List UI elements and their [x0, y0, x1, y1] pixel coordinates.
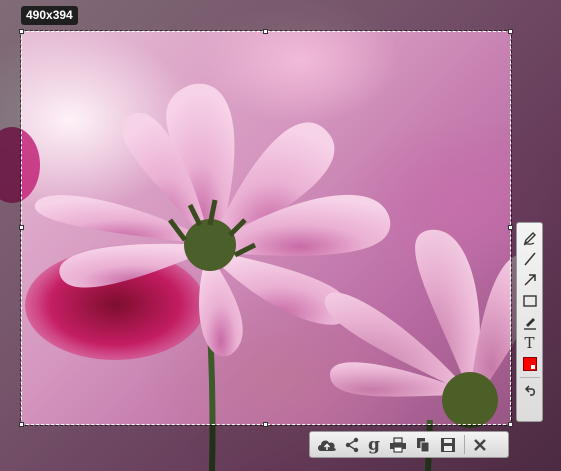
upload-button[interactable]: [313, 433, 341, 456]
pen-tool[interactable]: [519, 227, 541, 248]
color-swatch: [522, 356, 537, 371]
print-button[interactable]: [385, 433, 411, 456]
capture-selection[interactable]: [20, 30, 512, 426]
tool-divider: [519, 377, 540, 378]
google-icon: g: [368, 434, 380, 455]
cloud-upload-icon: [318, 440, 336, 451]
resize-handle-top-left[interactable]: [19, 29, 24, 34]
close-icon: [474, 438, 486, 451]
line-tool[interactable]: [519, 248, 541, 269]
marker-icon: [523, 317, 536, 330]
arrow-icon: [523, 273, 536, 286]
share-icon: [345, 437, 359, 452]
toolbar-divider: [464, 435, 465, 454]
selection-size-badge: 490x394: [21, 6, 78, 25]
resize-handle-bottom-right[interactable]: [508, 422, 513, 427]
resize-handle-bottom-left[interactable]: [19, 422, 24, 427]
resize-handle-top-right[interactable]: [508, 29, 513, 34]
resize-handle-bottom[interactable]: [263, 422, 268, 427]
marker-tool[interactable]: [519, 311, 541, 332]
outside-overlay-left: [0, 31, 21, 425]
google-search-button[interactable]: g: [363, 433, 385, 456]
outside-overlay-top: [0, 0, 561, 31]
rectangle-icon: [522, 294, 537, 307]
action-toolbar: g: [309, 431, 509, 458]
copy-icon: [417, 437, 430, 452]
share-button[interactable]: [341, 433, 363, 456]
text-tool[interactable]: T: [519, 332, 541, 353]
save-button[interactable]: [435, 433, 461, 456]
undo-button[interactable]: [519, 381, 541, 402]
save-icon: [441, 437, 455, 452]
rectangle-tool[interactable]: [519, 290, 541, 311]
drawing-tool-panel: T: [516, 222, 543, 422]
arrow-tool[interactable]: [519, 269, 541, 290]
close-button[interactable]: [468, 433, 492, 456]
line-icon: [523, 252, 536, 265]
resize-handle-right[interactable]: [508, 225, 513, 230]
resize-handle-left[interactable]: [19, 225, 24, 230]
undo-icon: [524, 384, 535, 396]
copy-button[interactable]: [411, 433, 435, 456]
print-icon: [390, 436, 406, 453]
resize-handle-top[interactable]: [263, 29, 268, 34]
text-icon: T: [524, 333, 535, 352]
color-picker[interactable]: [519, 353, 541, 374]
pen-icon: [523, 231, 536, 245]
